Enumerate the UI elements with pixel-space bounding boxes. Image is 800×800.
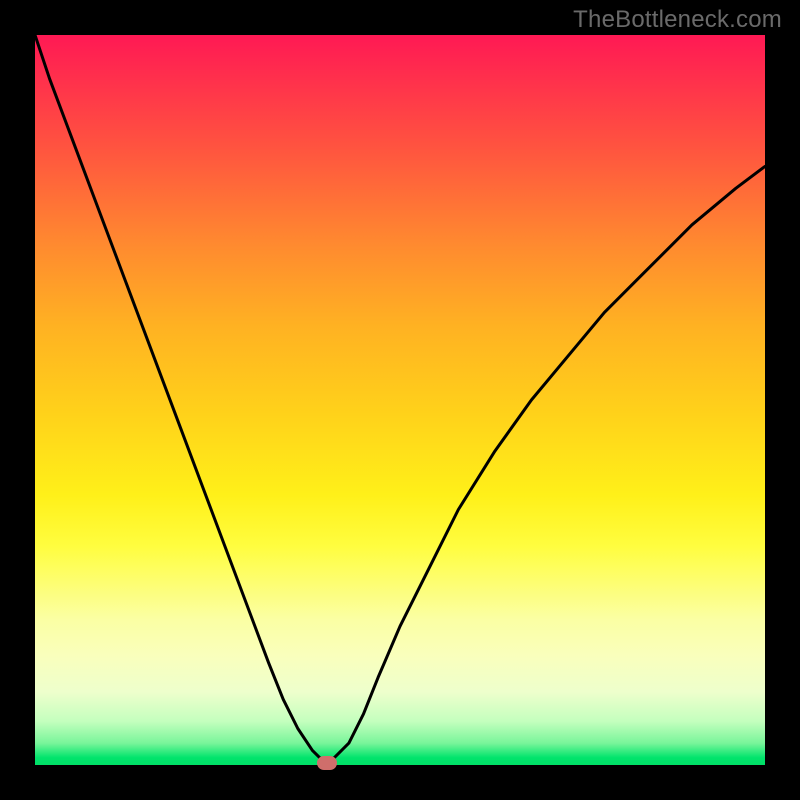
curve-svg <box>35 35 765 765</box>
bottleneck-curve <box>35 35 765 761</box>
watermark-text: TheBottleneck.com <box>573 6 782 34</box>
bottleneck-minimum-marker <box>317 756 337 770</box>
plot-area <box>35 35 765 765</box>
chart-frame: TheBottleneck.com <box>0 0 800 800</box>
